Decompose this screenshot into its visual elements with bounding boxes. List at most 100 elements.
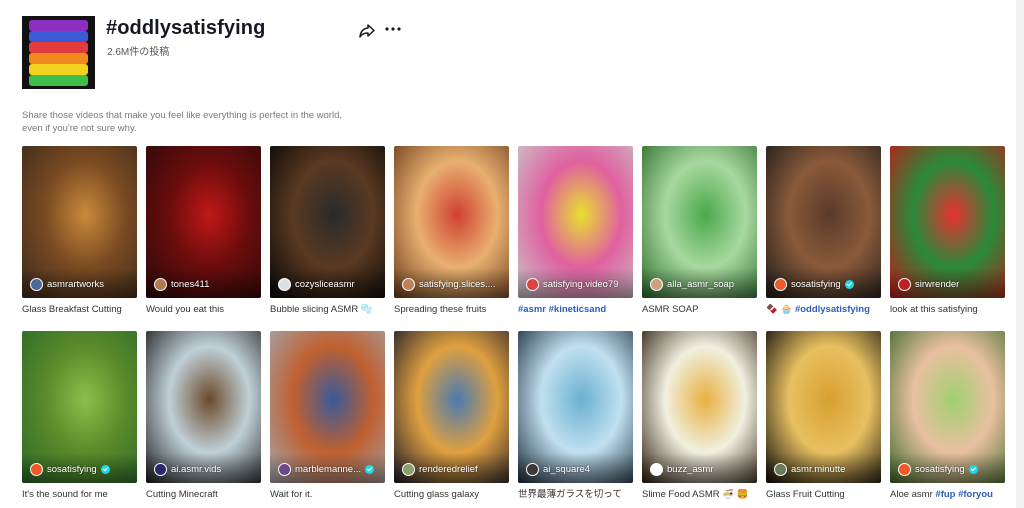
author-name[interactable]: asmrartworks xyxy=(47,279,104,290)
video-author[interactable]: satisfying.slices.... xyxy=(402,277,505,291)
video-caption[interactable]: Cutting glass galaxy xyxy=(394,489,509,501)
video-card[interactable]: asmrartworks Glass Breakfast Cutting xyxy=(22,146,137,316)
video-card[interactable]: marblemanne... Wait for it. xyxy=(270,331,385,501)
hashtag-link[interactable]: #fup xyxy=(935,489,955,500)
video-card[interactable]: buzz_asmr Slime Food ASMR 🍜 🍔 xyxy=(642,331,757,501)
author-name[interactable]: sosatisfying xyxy=(47,464,97,475)
video-card[interactable]: cozysliceasmr Bubble slicing ASMR 🫧 xyxy=(270,146,385,316)
author-avatar[interactable] xyxy=(154,277,167,291)
video-thumbnail[interactable]: sosatisfying xyxy=(766,146,881,298)
author-name[interactable]: sosatisfying xyxy=(791,279,841,290)
author-avatar[interactable] xyxy=(30,277,43,291)
author-avatar[interactable] xyxy=(898,277,911,291)
video-card[interactable]: sosatisfying Aloe asmr #fup #foryou xyxy=(890,331,1005,501)
hashtag-link[interactable]: #oddlysatisfying xyxy=(795,304,870,315)
author-avatar[interactable] xyxy=(774,462,787,476)
video-card[interactable]: sirwrender look at this satisfying xyxy=(890,146,1005,316)
video-author[interactable]: satisfying.video79 xyxy=(526,277,629,291)
video-author[interactable]: asmrartworks xyxy=(30,277,133,291)
author-name[interactable]: ai.asmr.vids xyxy=(171,464,221,475)
video-thumbnail[interactable]: ai.asmr.vids xyxy=(146,331,261,483)
hashtag-link[interactable]: #kineticsand xyxy=(549,304,607,315)
video-card[interactable]: sosatisfying 🍫 🧁 #oddlysatisfying xyxy=(766,146,881,316)
video-author[interactable]: sosatisfying xyxy=(898,462,1001,476)
author-avatar[interactable] xyxy=(402,462,415,476)
video-card[interactable]: ai.asmr.vids Cutting Minecraft xyxy=(146,331,261,501)
video-thumbnail[interactable]: ai_square4 xyxy=(518,331,633,483)
video-thumbnail[interactable]: asmrartworks xyxy=(22,146,137,298)
video-thumbnail[interactable]: cozysliceasmr xyxy=(270,146,385,298)
video-thumbnail[interactable]: asmr.minutte xyxy=(766,331,881,483)
video-thumbnail[interactable]: marblemanne... xyxy=(270,331,385,483)
video-card[interactable]: tones411 Would you eat this xyxy=(146,146,261,316)
video-author[interactable]: sirwrender xyxy=(898,277,1001,291)
author-avatar[interactable] xyxy=(898,462,911,476)
video-author[interactable]: sosatisfying xyxy=(30,462,133,476)
video-author[interactable]: buzz_asmr xyxy=(650,462,753,476)
hashtag-link[interactable]: #foryou xyxy=(958,489,993,500)
video-author[interactable]: sosatisfying xyxy=(774,277,877,291)
video-author[interactable]: ai.asmr.vids xyxy=(154,462,257,476)
video-thumbnail[interactable]: sosatisfying xyxy=(22,331,137,483)
video-thumbnail[interactable]: buzz_asmr xyxy=(642,331,757,483)
author-avatar[interactable] xyxy=(526,462,539,476)
author-name[interactable]: satisfying.slices.... xyxy=(419,279,496,290)
author-avatar[interactable] xyxy=(278,277,291,291)
video-caption[interactable]: Aloe asmr #fup #foryou xyxy=(890,489,1005,501)
video-author[interactable]: marblemanne... xyxy=(278,462,381,476)
more-options-button[interactable] xyxy=(384,21,402,37)
video-thumbnail[interactable]: sirwrender xyxy=(890,146,1005,298)
video-caption[interactable]: Glass Breakfast Cutting xyxy=(22,304,137,316)
video-card[interactable]: satisfying.video79 #asmr #kineticsand xyxy=(518,146,633,316)
author-name[interactable]: alla_asmr_soap xyxy=(667,279,734,290)
page-scrollbar[interactable] xyxy=(1016,0,1024,508)
video-caption[interactable]: 🍫 🧁 #oddlysatisfying xyxy=(766,304,881,316)
video-author[interactable]: cozysliceasmr xyxy=(278,277,381,291)
video-caption[interactable]: Slime Food ASMR 🍜 🍔 xyxy=(642,489,757,501)
video-author[interactable]: tones411 xyxy=(154,277,257,291)
share-button[interactable] xyxy=(359,23,375,39)
author-avatar[interactable] xyxy=(526,277,539,291)
author-avatar[interactable] xyxy=(650,277,663,291)
video-caption[interactable]: look at this satisfying xyxy=(890,304,1005,316)
video-author[interactable]: alla_asmr_soap xyxy=(650,277,753,291)
video-author[interactable]: renderedrelief xyxy=(402,462,505,476)
video-card[interactable]: ai_square4 世界最薄ガラスを切って xyxy=(518,331,633,501)
video-caption[interactable]: It's the sound for me xyxy=(22,489,137,501)
author-name[interactable]: cozysliceasmr xyxy=(295,279,355,290)
author-avatar[interactable] xyxy=(278,462,291,476)
video-card[interactable]: satisfying.slices.... Spreading these fru… xyxy=(394,146,509,316)
video-card[interactable]: sosatisfying It's the sound for me xyxy=(22,331,137,501)
video-caption[interactable]: Wait for it. xyxy=(270,489,385,501)
video-thumbnail[interactable]: satisfying.video79 xyxy=(518,146,633,298)
author-name[interactable]: sosatisfying xyxy=(915,464,965,475)
author-avatar[interactable] xyxy=(650,462,663,476)
author-name[interactable]: tones411 xyxy=(171,279,209,290)
video-caption[interactable]: Bubble slicing ASMR 🫧 xyxy=(270,304,385,316)
video-caption[interactable]: Spreading these fruits xyxy=(394,304,509,316)
video-caption[interactable]: ASMR SOAP xyxy=(642,304,757,316)
author-name[interactable]: satisfying.video79 xyxy=(543,279,619,290)
video-thumbnail[interactable]: sosatisfying xyxy=(890,331,1005,483)
video-author[interactable]: ai_square4 xyxy=(526,462,629,476)
hashtag-link[interactable]: #asmr xyxy=(518,304,546,315)
author-avatar[interactable] xyxy=(402,277,415,291)
video-thumbnail[interactable]: tones411 xyxy=(146,146,261,298)
video-caption[interactable]: #asmr #kineticsand xyxy=(518,304,633,316)
video-caption[interactable]: Would you eat this xyxy=(146,304,261,316)
video-caption[interactable]: Cutting Minecraft xyxy=(146,489,261,501)
video-thumbnail[interactable]: alla_asmr_soap xyxy=(642,146,757,298)
author-name[interactable]: marblemanne... xyxy=(295,464,361,475)
video-card[interactable]: asmr.minutte Glass Fruit Cutting xyxy=(766,331,881,501)
author-name[interactable]: sirwrender xyxy=(915,279,959,290)
video-card[interactable]: renderedrelief Cutting glass galaxy xyxy=(394,331,509,501)
video-card[interactable]: alla_asmr_soap ASMR SOAP xyxy=(642,146,757,316)
author-name[interactable]: buzz_asmr xyxy=(667,464,713,475)
video-thumbnail[interactable]: satisfying.slices.... xyxy=(394,146,509,298)
author-name[interactable]: ai_square4 xyxy=(543,464,590,475)
author-avatar[interactable] xyxy=(154,462,167,476)
video-author[interactable]: asmr.minutte xyxy=(774,462,877,476)
video-caption[interactable]: Glass Fruit Cutting xyxy=(766,489,881,501)
author-avatar[interactable] xyxy=(774,277,787,291)
author-name[interactable]: asmr.minutte xyxy=(791,464,845,475)
